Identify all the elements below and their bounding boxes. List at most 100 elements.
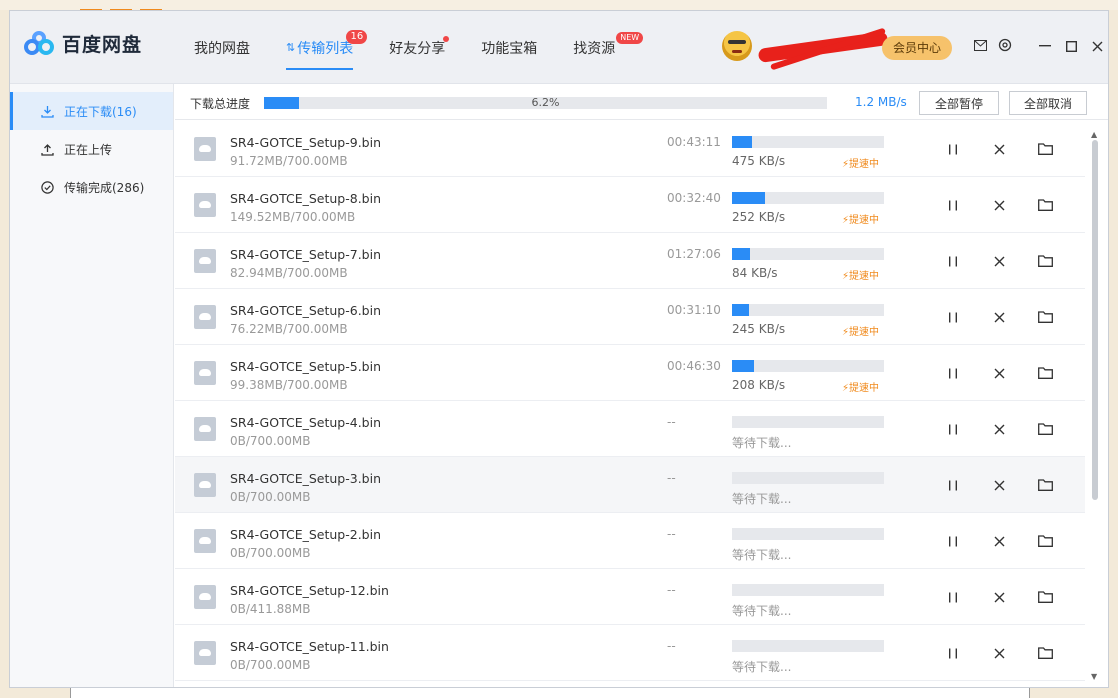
boost-label: 提速中 <box>849 215 880 226</box>
time-remaining: 01:27:06 <box>667 247 721 261</box>
app-window: 百度网盘 我的网盘 ⇅ 传输列表 16 好友分享 功能宝箱 找资源 NEW 会员… <box>9 10 1109 688</box>
download-row[interactable]: SR4-GOTCE_Setup-5.bin 99.38MB/700.00MB 00:… <box>175 345 1085 401</box>
close-icon[interactable] <box>989 139 1009 159</box>
total-progress-bar: 6.2% <box>264 97 827 109</box>
download-row[interactable]: SR4-GOTCE_Setup-4.bin 0B/700.00MB -- 等待下载..… <box>175 401 1085 457</box>
close-icon[interactable] <box>989 475 1009 495</box>
pause-icon[interactable] <box>943 195 963 215</box>
header-icons <box>972 37 1022 53</box>
download-row[interactable]: SR4-GOTCE_Setup-9.bin 91.72MB/700.00MB 00:… <box>175 121 1085 177</box>
folder-icon[interactable] <box>1035 419 1055 439</box>
main-nav: 我的网盘 ⇅ 传输列表 16 好友分享 功能宝箱 找资源 NEW <box>194 11 651 84</box>
waiting-status: 等待下载... <box>732 492 792 506</box>
vip-center-button[interactable]: 会员中心 <box>882 36 952 60</box>
user-profile[interactable] <box>722 27 889 71</box>
download-row[interactable]: SR4-GOTCE_Setup-12.bin 0B/411.88MB -- 等待下载.… <box>175 569 1085 625</box>
file-progress-bar <box>732 304 884 316</box>
file-size: 99.38MB/700.00MB <box>230 378 348 392</box>
app-logo[interactable]: 百度网盘 <box>24 30 142 57</box>
pause-icon[interactable] <box>943 419 963 439</box>
sidebar-item-label: 传输完成(286) <box>64 180 145 195</box>
tab-find-resources[interactable]: 找资源 NEW <box>573 11 644 84</box>
list-scrollbar[interactable]: ▲ ▼ <box>1089 130 1101 687</box>
download-icon <box>40 104 54 118</box>
cancel-all-button[interactable]: 全部取消 <box>1009 91 1087 115</box>
tab-my-disk[interactable]: 我的网盘 <box>194 11 250 84</box>
tab-transfer-list[interactable]: ⇅ 传输列表 16 <box>286 11 368 84</box>
minimize-icon[interactable] <box>1032 37 1058 55</box>
folder-icon[interactable] <box>1035 139 1055 159</box>
file-size: 82.94MB/700.00MB <box>230 266 348 280</box>
scroll-up-arrow-icon[interactable]: ▲ <box>1091 130 1097 139</box>
pause-icon[interactable] <box>943 251 963 271</box>
pause-icon[interactable] <box>943 363 963 383</box>
speed-boost-badge: ⚡提速中 <box>842 211 879 226</box>
folder-icon[interactable] <box>1035 195 1055 215</box>
download-row[interactable]: SR4-GOTCE_Setup-2.bin 0B/700.00MB -- 等待下载..… <box>175 513 1085 569</box>
folder-icon[interactable] <box>1035 307 1055 327</box>
download-speed: 84 KB/s <box>732 266 778 280</box>
file-progress-bar <box>732 416 884 428</box>
file-size: 0B/700.00MB <box>230 434 311 448</box>
close-icon[interactable] <box>989 195 1009 215</box>
sidebar-item-downloading[interactable]: 正在下载(16) <box>10 92 173 130</box>
close-icon[interactable] <box>989 587 1009 607</box>
close-icon[interactable] <box>989 531 1009 551</box>
transfer-arrows-icon: ⇅ <box>286 41 296 54</box>
speed-boost-badge: ⚡提速中 <box>842 323 879 338</box>
pause-icon[interactable] <box>943 587 963 607</box>
folder-icon[interactable] <box>1035 363 1055 383</box>
folder-icon[interactable] <box>1035 643 1055 663</box>
download-panel: 下载总进度 6.2% 1.2 MB/s 全部暂停 全部取消 SR4-GOTCE_… <box>175 84 1108 687</box>
close-icon[interactable] <box>989 643 1009 663</box>
sidebar-item-uploading[interactable]: 正在上传 <box>10 130 173 168</box>
file-progress-fill <box>732 360 754 372</box>
close-icon[interactable] <box>989 419 1009 439</box>
avatar[interactable] <box>722 31 752 61</box>
speed-boost-badge: ⚡提速中 <box>842 379 879 394</box>
scroll-down-arrow-icon[interactable]: ▼ <box>1091 672 1097 681</box>
gear-icon[interactable] <box>997 37 1013 53</box>
file-icon <box>194 473 216 497</box>
pause-icon[interactable] <box>943 531 963 551</box>
file-size: 149.52MB/700.00MB <box>230 210 356 224</box>
download-row[interactable]: SR4-GOTCE_Setup-6.bin 76.22MB/700.00MB 00:… <box>175 289 1085 345</box>
lightning-icon: ⚡ <box>842 383 850 394</box>
folder-icon[interactable] <box>1035 531 1055 551</box>
mail-icon[interactable] <box>972 37 988 53</box>
maximize-icon[interactable] <box>1058 37 1084 55</box>
boost-label: 提速中 <box>849 327 880 338</box>
download-row[interactable]: SR4-GOTCE_Setup-7.bin 82.94MB/700.00MB 01:… <box>175 233 1085 289</box>
file-name: SR4-GOTCE_Setup-11.bin <box>230 639 389 654</box>
sidebar-item-completed[interactable]: 传输完成(286) <box>10 168 173 206</box>
tab-friend-share[interactable]: 好友分享 <box>389 11 450 84</box>
new-badge: NEW <box>616 32 644 44</box>
pause-icon[interactable] <box>943 139 963 159</box>
download-row[interactable]: SR4-GOTCE_Setup-11.bin 0B/700.00MB -- 等待下载.… <box>175 625 1085 681</box>
tab-label: 我的网盘 <box>194 40 250 57</box>
file-name: SR4-GOTCE_Setup-7.bin <box>230 247 381 262</box>
folder-icon[interactable] <box>1035 587 1055 607</box>
pause-icon[interactable] <box>943 643 963 663</box>
download-row[interactable]: SR4-GOTCE_Setup-8.bin 149.52MB/700.00MB 00… <box>175 177 1085 233</box>
file-name: SR4-GOTCE_Setup-8.bin <box>230 191 381 206</box>
close-icon[interactable] <box>989 251 1009 271</box>
file-icon <box>194 641 216 665</box>
close-icon[interactable] <box>989 307 1009 327</box>
pause-all-button[interactable]: 全部暂停 <box>919 91 999 115</box>
file-name: SR4-GOTCE_Setup-2.bin <box>230 527 381 542</box>
lightning-icon: ⚡ <box>842 327 850 338</box>
close-icon[interactable] <box>989 363 1009 383</box>
tab-toolbox[interactable]: 功能宝箱 <box>481 11 537 84</box>
download-speed: 252 KB/s <box>732 210 786 224</box>
download-speed: 475 KB/s <box>732 154 786 168</box>
folder-icon[interactable] <box>1035 475 1055 495</box>
folder-icon[interactable] <box>1035 251 1055 271</box>
scroll-thumb[interactable] <box>1092 140 1098 500</box>
pause-icon[interactable] <box>943 307 963 327</box>
pause-icon[interactable] <box>943 475 963 495</box>
download-row[interactable]: SR4-GOTCE_Setup-3.bin 0B/700.00MB -- 等待下载..… <box>175 457 1085 513</box>
close-icon[interactable] <box>1084 37 1108 55</box>
file-size: 76.22MB/700.00MB <box>230 322 348 336</box>
total-speed: 1.2 MB/s <box>855 95 907 109</box>
